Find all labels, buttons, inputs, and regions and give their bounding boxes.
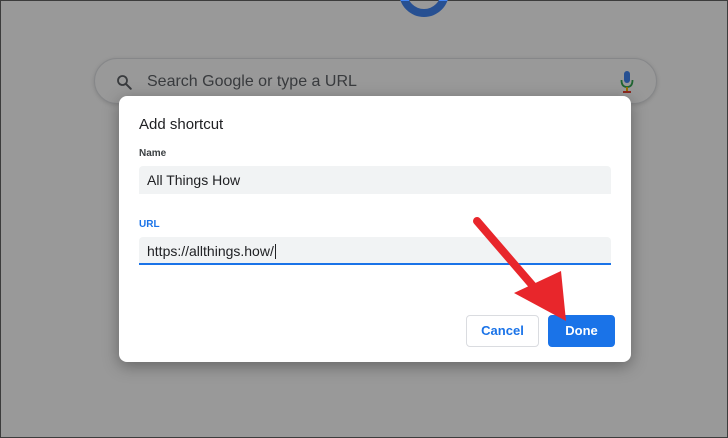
name-field[interactable]: All Things How bbox=[139, 166, 611, 194]
cancel-button[interactable]: Cancel bbox=[466, 315, 539, 347]
name-field-value: All Things How bbox=[147, 172, 241, 188]
url-field[interactable]: https://allthings.how/ bbox=[139, 237, 611, 265]
url-field-value: https://allthings.how/ bbox=[147, 243, 274, 259]
text-caret bbox=[274, 244, 276, 259]
url-label: URL bbox=[139, 219, 160, 230]
add-shortcut-dialog: Add shortcut Name All Things How URL htt… bbox=[119, 96, 631, 362]
name-label: Name bbox=[139, 148, 167, 159]
dialog-title: Add shortcut bbox=[139, 116, 224, 133]
done-button[interactable]: Done bbox=[548, 315, 615, 347]
